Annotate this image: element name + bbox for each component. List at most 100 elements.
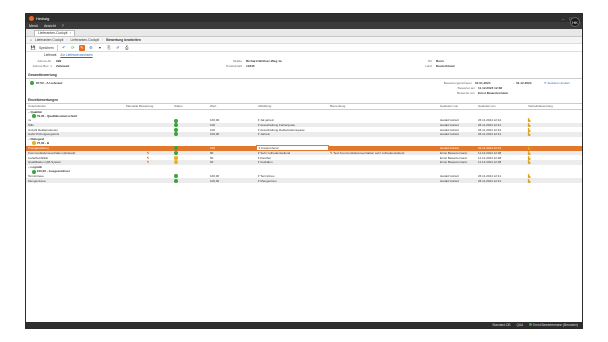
collapse-icon[interactable]: – <box>28 110 30 114</box>
trend-chart-icon[interactable]: ▙ <box>528 179 530 183</box>
trend-chart-icon[interactable]: ▙ <box>528 146 530 150</box>
breadcrumb-item-3: Bewertung bearbeiten <box>106 38 141 42</box>
period-to: 31.12.2024 <box>516 80 532 85</box>
trend-chart-icon[interactable]: ▙ <box>528 151 530 155</box>
status-yellow-icon <box>32 141 36 146</box>
zip-label: Postleitzahl <box>226 63 242 68</box>
print-icon[interactable]: ⎙ <box>124 45 130 51</box>
status-green-icon <box>174 151 178 156</box>
breadcrumb-item-2[interactable]: Lieferanten-Cockpit <box>71 38 100 42</box>
status-green-icon <box>174 127 178 132</box>
tab-close-icon[interactable]: × <box>69 31 71 35</box>
changed-at-cell: 26.11.2024 12:41 <box>476 178 526 184</box>
dropdown-icon[interactable]: ▾ <box>97 45 103 51</box>
breadcrumb: ⌂ Lieferanten Cockpit › Lieferanten-Cock… <box>26 37 582 44</box>
status-green-icon <box>174 118 178 123</box>
criteria-row[interactable]: Mengentreue 100,00 ▾ Mengentreu Harald Gürt… <box>26 178 582 184</box>
db-status: Standard DB <box>492 323 511 327</box>
trend-chart-icon[interactable]: ▙ <box>528 128 530 132</box>
trend-chart-icon[interactable]: ▙ <box>528 132 530 136</box>
mapping-value: Flexibel <box>260 155 271 160</box>
trend-chart-icon[interactable]: ▙ <box>528 123 530 127</box>
settings-icon[interactable]: ⚙ <box>88 45 94 51</box>
status-green-icon <box>32 169 36 174</box>
attach-icon[interactable]: ⎘ <box>106 45 112 51</box>
trend-chart-icon[interactable]: ▙ <box>528 118 530 122</box>
period-from: 01.01.2024 <box>474 80 491 85</box>
status-green-icon <box>30 80 34 85</box>
save-icon[interactable]: 💾 <box>30 45 36 51</box>
period-label: Bewertungszeitraum <box>443 80 472 85</box>
menu-item-view[interactable]: Ansicht <box>44 24 56 28</box>
undo-icon[interactable]: ↶ <box>61 45 67 51</box>
status-yellow-icon <box>174 155 178 160</box>
status-green-icon <box>174 132 178 137</box>
subgroup-score: 100,00 - Ausgezeichnet <box>36 169 70 174</box>
note-cell[interactable] <box>328 178 438 184</box>
mapping-value: Ausfallen <box>260 160 273 165</box>
status-green-icon <box>174 146 178 151</box>
value-cell: 100,00 <box>208 178 256 184</box>
status-green-icon <box>174 174 178 179</box>
status-bar: Standard DB Q&A Ernst Bewertermann (Benu… <box>26 322 582 328</box>
note-text: Test Kommunikationsverhalten sehr zufrie… <box>333 151 405 156</box>
tab-supplier-cockpit[interactable]: Lieferanten-Cockpit × <box>34 29 76 36</box>
manual-rating-icon[interactable]: ✎ <box>147 146 150 150</box>
address-nr-value: 999 <box>56 58 62 63</box>
home-icon[interactable]: ⌂ <box>30 38 32 42</box>
app-title: Hedwig <box>36 15 50 21</box>
collapse-icon[interactable]: – <box>28 137 30 141</box>
mapping-value: Ausschaltung Reklamationsquote <box>260 127 305 132</box>
trend-cell: ▙ <box>526 178 582 184</box>
minimize-button[interactable]: – <box>562 16 564 21</box>
mapping-value: Mengentreu <box>260 178 277 183</box>
breadcrumb-item-1[interactable]: Lieferanten Cockpit <box>35 38 63 42</box>
mapping-value: Ja/nein <box>260 132 271 137</box>
manual-rating-icon[interactable]: ✎ <box>147 160 150 164</box>
status-green-icon <box>174 123 178 128</box>
switch-supplier-link[interactable]: Zur Lieferant wechseln <box>60 53 92 57</box>
menu-bar: Menü Ansicht ? HK <box>26 17 582 29</box>
collapse-icon[interactable]: – <box>28 165 30 169</box>
avatar-initials: HK <box>572 19 578 25</box>
supplier-info: Adress-Nr. 999 Adress-Bez. 1 Zahnwelt Stra… <box>26 58 582 68</box>
mapping-value: Termintreu <box>260 174 275 179</box>
status-cell <box>172 178 208 184</box>
overall-meta: Bewertungszeitraum 01.01.2024 - 31.12.20… <box>444 80 578 95</box>
manual-rating-icon[interactable]: ✎ <box>147 151 150 155</box>
address-name-value: Zahnwelt <box>56 63 70 68</box>
change-period-link[interactable]: ⟳ Zeitraum ändern <box>544 81 578 85</box>
group-label: Logistik <box>30 164 43 169</box>
status-green-icon <box>32 113 36 118</box>
mapping-value: Ausschaltung Fehlerquote <box>260 123 296 128</box>
country-value: Deutschland <box>436 63 455 68</box>
trend-chart-icon[interactable]: ▙ <box>528 156 530 160</box>
toolbar: 💾 Speichern ↶ ⟳ ✎ ⚙ ▾ ⎘ ✐ ⎙ <box>26 44 582 52</box>
overall-section-heading: Gesamtbewertung <box>26 72 582 79</box>
criteria-table: Unterkriterien Manuelle Bewertung Status We… <box>26 104 582 184</box>
mapping-cell[interactable]: ▾ Mengentreu <box>256 178 328 184</box>
street-value: Richard-Wollner-Weg 1a <box>246 58 282 63</box>
country-label: Land <box>425 63 432 68</box>
tools-icon[interactable]: ✐ <box>115 45 121 51</box>
address-name-label: Adress-Bez. 1 <box>32 63 52 68</box>
mapping-value: Jat ja/nein <box>260 118 275 123</box>
city-label: Ort <box>427 58 432 63</box>
refresh-icon[interactable]: ⟳ <box>70 45 76 51</box>
save-button[interactable]: Speichern <box>39 46 54 50</box>
supplier-label: Lieferant <box>44 53 57 57</box>
trend-chart-icon[interactable]: ▙ <box>528 160 530 164</box>
mapping-value: Ansprechend <box>260 146 279 151</box>
user-avatar[interactable]: HK <box>570 17 580 27</box>
items-section-heading: Einzelbewertungen <box>26 97 582 104</box>
menu-item-menu[interactable]: Menü <box>29 24 38 28</box>
trend-chart-icon[interactable]: ▙ <box>528 174 530 178</box>
created-value: 11.12.2024 12:38 <box>478 85 503 90</box>
street-label: Straße <box>232 58 242 63</box>
tab-label: Lieferanten-Cockpit <box>38 31 68 36</box>
edit-icon[interactable]: ✎ <box>78 44 85 51</box>
menu-item-help[interactable]: ? <box>62 24 64 28</box>
manual-rating-icon[interactable]: ✎ <box>147 156 150 160</box>
breadcrumb-separator-icon: › <box>66 38 68 42</box>
address-nr-label: Adress-Nr. <box>37 58 52 63</box>
